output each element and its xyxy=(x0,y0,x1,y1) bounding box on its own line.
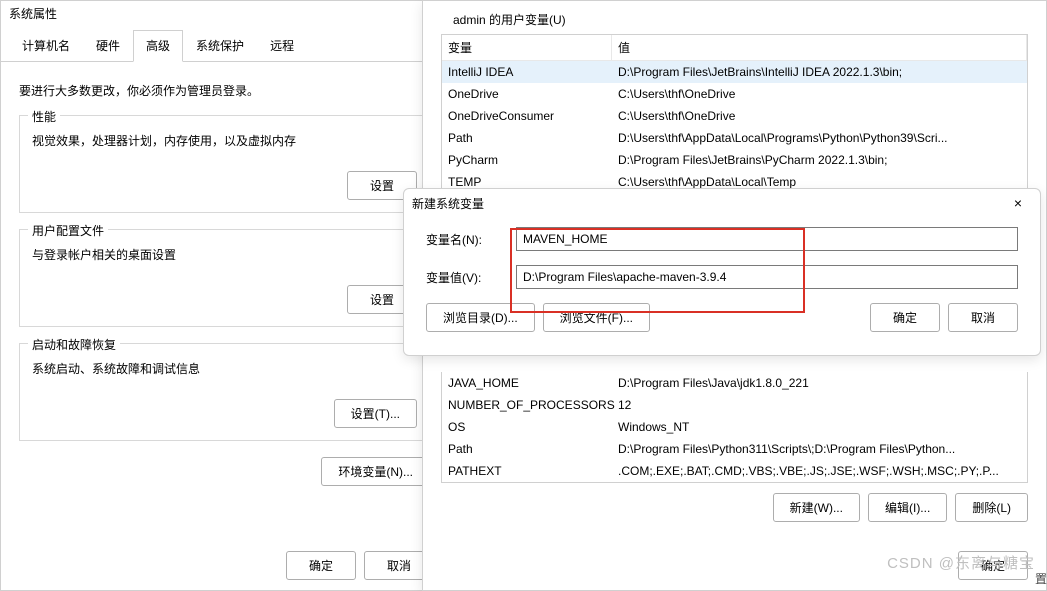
startup-group: 启动和故障恢复 系统启动、系统故障和调试信息 设置(T)... xyxy=(19,343,430,441)
tab-computer-name[interactable]: 计算机名 xyxy=(9,30,83,61)
table-row[interactable]: NUMBER_OF_PROCESSORS12 xyxy=(442,394,1027,416)
table-row[interactable]: PATHEXT.COM;.EXE;.BAT;.CMD;.VBS;.VBE;.JS… xyxy=(442,460,1027,482)
newvar-cancel-button[interactable]: 取消 xyxy=(948,303,1018,332)
var-value-label: 变量值(V): xyxy=(426,269,516,286)
startup-desc: 系统启动、系统故障和调试信息 xyxy=(32,360,417,377)
userprofile-legend: 用户配置文件 xyxy=(28,222,108,239)
sysprop-ok-button[interactable]: 确定 xyxy=(286,551,356,580)
tab-hardware[interactable]: 硬件 xyxy=(83,30,133,61)
system-vars-list[interactable]: JAVA_HOMED:\Program Files\Java\jdk1.8.0_… xyxy=(441,372,1028,483)
newvar-ok-button[interactable]: 确定 xyxy=(870,303,940,332)
table-row[interactable]: PathD:\Program Files\Python311\Scripts\;… xyxy=(442,438,1027,460)
admin-notice: 要进行大多数更改，你必须作为管理员登录。 xyxy=(19,82,430,99)
userprofile-desc: 与登录帐户相关的桌面设置 xyxy=(32,246,417,263)
tab-system-protection[interactable]: 系统保护 xyxy=(183,30,257,61)
table-row[interactable]: IntelliJ IDEAD:\Program Files\JetBrains\… xyxy=(442,61,1027,83)
sysprop-title: 系统属性 xyxy=(1,1,448,26)
table-row[interactable]: PyCharmD:\Program Files\JetBrains\PyChar… xyxy=(442,149,1027,171)
newvar-title: 新建系统变量 xyxy=(412,195,484,212)
performance-legend: 性能 xyxy=(28,108,60,125)
user-vars-title: admin 的用户变量(U) xyxy=(423,1,1046,34)
envvars-ok-button[interactable]: 确定 xyxy=(958,551,1028,580)
table-row[interactable]: PathD:\Users\thf\AppData\Local\Programs\… xyxy=(442,127,1027,149)
tab-advanced[interactable]: 高级 xyxy=(133,30,183,62)
side-char: 置 xyxy=(1035,570,1047,587)
tab-remote[interactable]: 远程 xyxy=(257,30,307,61)
startup-settings-button[interactable]: 设置(T)... xyxy=(334,399,417,428)
system-properties-dialog: 系统属性 计算机名 硬件 高级 系统保护 远程 要进行大多数更改，你必须作为管理… xyxy=(0,0,449,591)
col-variable[interactable]: 变量 xyxy=(442,35,612,60)
sys-new-button[interactable]: 新建(W)... xyxy=(773,493,860,522)
new-system-variable-dialog: 新建系统变量 × 变量名(N): 变量值(V): 浏览目录(D)... 浏览文件… xyxy=(403,188,1041,356)
table-row[interactable]: JAVA_HOMED:\Program Files\Java\jdk1.8.0_… xyxy=(442,372,1027,394)
user-vars-list[interactable]: 变量 值 IntelliJ IDEAD:\Program Files\JetBr… xyxy=(441,34,1028,194)
var-name-label: 变量名(N): xyxy=(426,231,516,248)
col-value[interactable]: 值 xyxy=(612,35,1027,60)
sys-delete-button[interactable]: 删除(L) xyxy=(955,493,1028,522)
table-row[interactable]: OSWindows_NT xyxy=(442,416,1027,438)
browse-dir-button[interactable]: 浏览目录(D)... xyxy=(426,303,535,332)
table-row[interactable]: OneDriveC:\Users\thf\OneDrive xyxy=(442,83,1027,105)
performance-desc: 视觉效果，处理器计划，内存使用，以及虚拟内存 xyxy=(32,132,417,149)
var-name-input[interactable] xyxy=(516,227,1018,251)
performance-group: 性能 视觉效果，处理器计划，内存使用，以及虚拟内存 设置 xyxy=(19,115,430,213)
userprofile-group: 用户配置文件 与登录帐户相关的桌面设置 设置 xyxy=(19,229,430,327)
startup-legend: 启动和故障恢复 xyxy=(28,336,120,353)
sys-edit-button[interactable]: 编辑(I)... xyxy=(868,493,947,522)
environment-variables-button[interactable]: 环境变量(N)... xyxy=(321,457,430,486)
table-row[interactable]: OneDriveConsumerC:\Users\thf\OneDrive xyxy=(442,105,1027,127)
browse-file-button[interactable]: 浏览文件(F)... xyxy=(543,303,650,332)
sysprop-tabs: 计算机名 硬件 高级 系统保护 远程 xyxy=(1,30,448,62)
close-icon[interactable]: × xyxy=(1004,193,1032,213)
var-value-input[interactable] xyxy=(516,265,1018,289)
